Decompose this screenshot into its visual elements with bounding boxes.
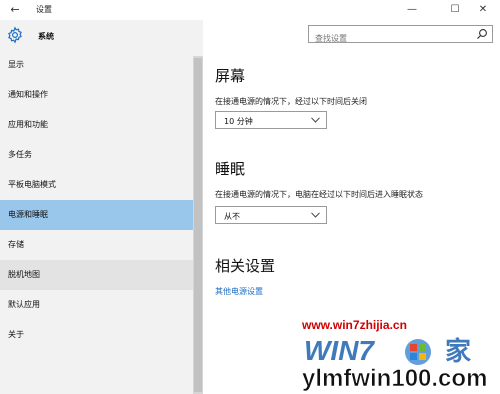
minimize-button[interactable]: — (395, 0, 429, 20)
sleep-heading: 睡眠 (215, 160, 246, 178)
search-icon[interactable] (476, 28, 488, 40)
screen-timeout-value: 10 分钟 (224, 117, 253, 126)
sidebar: 系统 显示 通知和操作 应用和功能 多任务 平板电脑模式 电源和睡眠 存储 脱机… (0, 20, 203, 394)
screen-timeout-dropdown[interactable]: 10 分钟 (215, 111, 327, 129)
search-input[interactable] (309, 30, 469, 47)
search-box[interactable] (308, 25, 493, 47)
sleep-timeout-dropdown[interactable]: 从不 (215, 206, 327, 224)
sleep-description: 在接通电源的情况下，电脑在经过以下时间后进入睡眠状态 (215, 190, 423, 199)
sidebar-item-default-apps[interactable]: 默认应用 (0, 290, 193, 320)
sidebar-scrollbar[interactable] (193, 56, 203, 394)
screen-heading: 屏幕 (215, 67, 246, 85)
sidebar-header: 系统 (0, 20, 203, 54)
sidebar-item-multitasking[interactable]: 多任务 (0, 140, 193, 170)
additional-power-settings-link[interactable]: 其他电源设置 (215, 286, 263, 297)
sidebar-item-notifications[interactable]: 通知和操作 (0, 80, 193, 110)
screen-description: 在接通电源的情况下，经过以下时间后关闭 (215, 97, 367, 106)
sidebar-item-apps[interactable]: 应用和功能 (0, 110, 193, 140)
sidebar-item-power-sleep[interactable]: 电源和睡眠 (0, 200, 193, 230)
close-button[interactable]: ✕ (466, 0, 500, 20)
scrollbar-thumb[interactable] (194, 58, 202, 392)
watermark-logo: WIN7 家 ylmfwin100.com (302, 335, 488, 392)
sidebar-title: 系统 (38, 32, 54, 41)
sidebar-item-display[interactable]: 显示 (0, 50, 193, 80)
sidebar-item-storage[interactable]: 存储 (0, 230, 193, 260)
watermark-logo-text: ylmfwin100.com (302, 365, 487, 392)
window-title: 设置 (36, 5, 52, 14)
chevron-down-icon (311, 212, 320, 218)
sidebar-item-tablet-mode[interactable]: 平板电脑模式 (0, 170, 193, 200)
chevron-down-icon (311, 117, 320, 123)
sidebar-item-about[interactable]: 关于 (0, 320, 193, 350)
sidebar-nav: 显示 通知和操作 应用和功能 多任务 平板电脑模式 电源和睡眠 存储 脱机地图 … (0, 50, 193, 350)
title-bar: ← 设置 — ☐ ✕ (0, 0, 500, 20)
back-button[interactable]: ← (6, 2, 24, 18)
related-settings-heading: 相关设置 (215, 257, 276, 275)
sleep-timeout-value: 从不 (224, 212, 240, 221)
svg-text:WIN7: WIN7 (304, 335, 375, 366)
svg-text:家: 家 (445, 336, 471, 366)
gear-icon (8, 26, 22, 44)
sidebar-item-offline-maps[interactable]: 脱机地图 (0, 260, 193, 290)
